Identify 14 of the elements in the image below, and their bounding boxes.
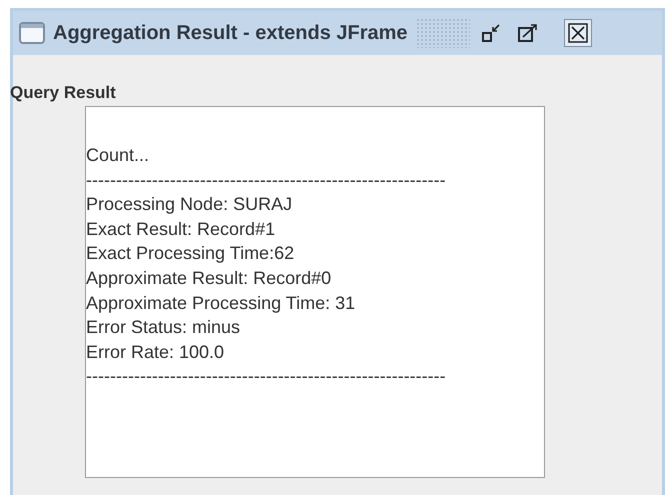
window-icon	[19, 22, 45, 44]
result-line: ------------------------------------------------------------	[86, 365, 447, 388]
window-title: Aggregation Result - extends JFrame	[53, 21, 408, 46]
result-line: Exact Result: Record#1	[86, 218, 276, 241]
result-line: Count...	[86, 144, 150, 167]
close-button[interactable]	[564, 19, 592, 47]
result-line: Approximate Result: Record#0	[86, 266, 332, 290]
section-label: Query Result	[10, 83, 117, 103]
result-line: Approximate Processing Time: 31	[86, 292, 356, 315]
result-line: Error Rate: 100.0	[86, 340, 226, 364]
result-line: ------------------------------------------------------------	[86, 168, 447, 192]
result-line: Exact Processing Time:62	[86, 242, 296, 266]
result-line: Error Status: minus	[86, 316, 242, 340]
result-line: Processing Node: SURAJ	[86, 193, 294, 216]
